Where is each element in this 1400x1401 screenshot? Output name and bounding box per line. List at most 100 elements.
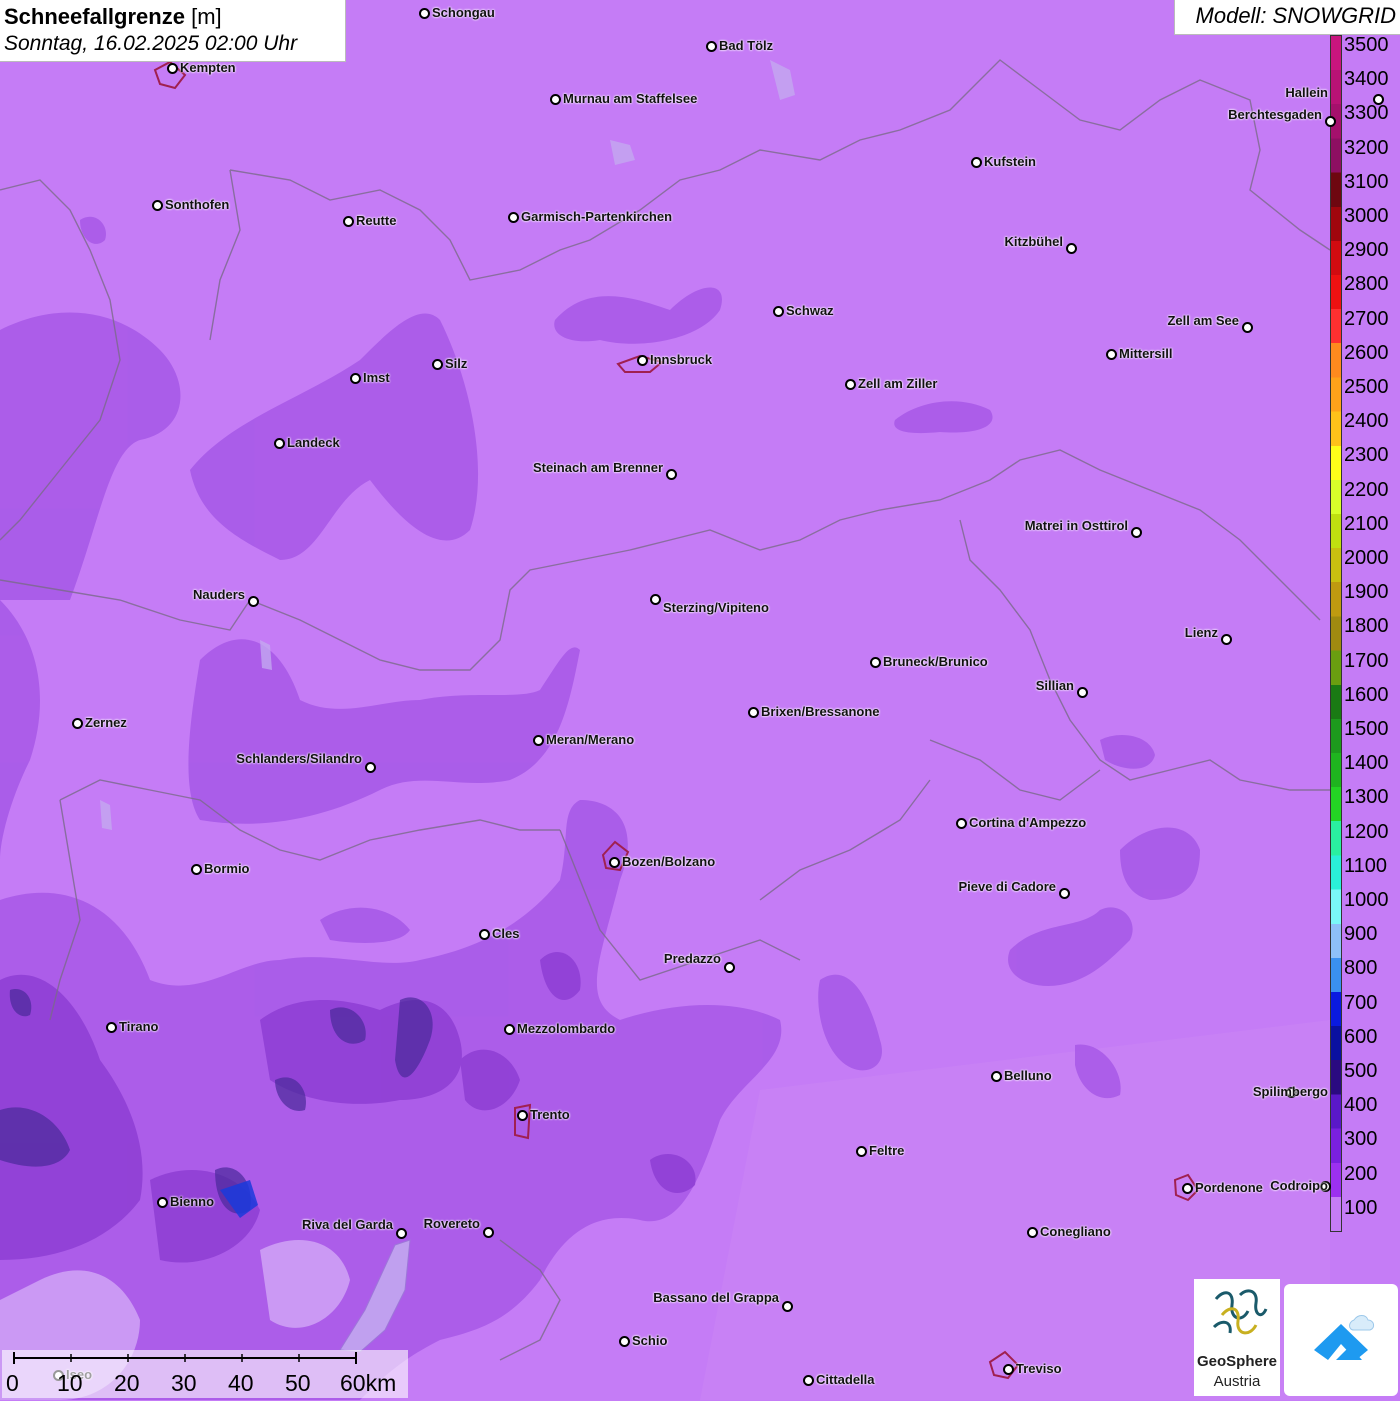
- city-label: Murnau am Staffelsee: [563, 91, 698, 106]
- city-dot-marker: [483, 1227, 494, 1238]
- city-dot-marker: [343, 216, 354, 227]
- city-dot-marker: [1373, 94, 1384, 105]
- city-dot-marker: [508, 212, 519, 223]
- legend-value-label: 2300: [1344, 444, 1389, 467]
- legend-value-label: 1800: [1344, 615, 1389, 638]
- city-dot-marker: [1027, 1227, 1038, 1238]
- legend-value-label: 3400: [1344, 68, 1389, 91]
- city-label: Tirano: [119, 1019, 159, 1034]
- city-dot-marker: [637, 355, 648, 366]
- legend-value-label: 800: [1344, 957, 1378, 980]
- legend-value-label: 1200: [1344, 820, 1389, 843]
- legend-value-label: 1900: [1344, 581, 1389, 604]
- city-label: Cles: [492, 926, 520, 941]
- city-label: Codroipo: [1270, 1178, 1328, 1193]
- city-dot-marker: [609, 857, 620, 868]
- legend-value-label: 1500: [1344, 718, 1389, 740]
- city-label: Schongau: [432, 5, 495, 20]
- city-label: Bassano del Grappa: [653, 1290, 779, 1305]
- legend-value-label: 1400: [1344, 752, 1389, 775]
- city-label: Schlanders/Silandro: [236, 751, 362, 766]
- legend-value-label: 900: [1344, 923, 1378, 946]
- scale-label: 50: [285, 1370, 311, 1396]
- city-dot-marker: [1066, 243, 1077, 254]
- city-dot-marker: [1182, 1183, 1193, 1194]
- city-dot-marker: [365, 762, 376, 773]
- city-dot-marker: [956, 818, 967, 829]
- city-label: Kempten: [180, 60, 236, 75]
- city-label: Garmisch-Partenkirchen: [521, 209, 673, 224]
- legend-value-label: 2400: [1344, 410, 1389, 433]
- city-label: Sillian: [1035, 678, 1074, 693]
- legend-value-label: 300: [1344, 1128, 1378, 1151]
- legend-value-label: 500: [1344, 1060, 1378, 1082]
- city-label: Bozen/Bolzano: [622, 854, 716, 869]
- city-label: Matrei in Osttirol: [1024, 518, 1128, 533]
- city-dot-marker: [971, 157, 982, 168]
- city-dot-marker: [845, 379, 856, 390]
- city-dot-marker: [1131, 527, 1142, 538]
- city-label: Zell am Ziller: [858, 376, 938, 391]
- city-label: Mittersill: [1119, 346, 1173, 361]
- legend-value-label: 700: [1344, 991, 1378, 1014]
- city-dot-marker: [748, 707, 759, 718]
- city-label: Brixen/Bressanone: [761, 704, 880, 719]
- map-title: Schneefallgrenze [m]: [4, 4, 222, 29]
- city-label: Belluno: [1004, 1068, 1052, 1083]
- city-dot-marker: [274, 438, 285, 449]
- scale-label: 40: [228, 1370, 254, 1396]
- city-dot-marker: [666, 469, 677, 480]
- legend-value-label: 2100: [1344, 512, 1389, 535]
- city-dot-marker: [504, 1024, 515, 1035]
- city-label: Innsbruck: [650, 352, 713, 367]
- scale-label: 0: [6, 1370, 19, 1396]
- city-dot-marker: [157, 1197, 168, 1208]
- legend-value-label: 2900: [1344, 239, 1389, 262]
- city-label: Hallein: [1285, 85, 1328, 100]
- geosphere-logo[interactable]: GeoSphere Austria: [1194, 1279, 1280, 1396]
- city-label: Steinach am Brenner: [532, 460, 663, 475]
- city-label: Rovereto: [423, 1216, 480, 1231]
- city-label: Conegliano: [1040, 1224, 1111, 1239]
- city-dot-marker: [419, 8, 430, 19]
- city-label: Predazzo: [663, 951, 721, 966]
- title-box: Schneefallgrenze [m] Sonntag, 16.02.2025…: [0, 0, 346, 62]
- city-dot-marker: [773, 306, 784, 317]
- legend-value-label: 1300: [1344, 786, 1389, 809]
- city-dot-marker: [1325, 116, 1336, 127]
- city-label: Lienz: [1184, 625, 1218, 640]
- city-dot-marker: [517, 1110, 528, 1121]
- app-logo[interactable]: [1284, 1284, 1398, 1396]
- city-label: Kufstein: [984, 154, 1036, 169]
- model-label: Modell: SNOWGRID: [1174, 0, 1400, 35]
- legend-color-bar: [1330, 35, 1342, 1232]
- legend-value-label: 2000: [1344, 547, 1389, 569]
- legend-value-label: 3000: [1344, 205, 1389, 227]
- city-label: Bruneck/Brunico: [883, 654, 988, 669]
- city-label: Bormio: [204, 861, 250, 876]
- city-dot-marker: [72, 718, 83, 729]
- city-dot-marker: [1106, 349, 1117, 360]
- city-dot-marker: [432, 359, 443, 370]
- city-label: Landeck: [287, 435, 340, 450]
- geosphere-mark-icon: [1212, 1289, 1268, 1335]
- city-label: Nauders: [192, 587, 245, 602]
- scale-label: 30: [171, 1370, 197, 1396]
- legend-value-label: 2500: [1344, 376, 1389, 398]
- city-label: Cortina d'Ampezzo: [969, 815, 1087, 830]
- legend-value-label: 200: [1344, 1162, 1378, 1185]
- city-dot-marker: [550, 94, 561, 105]
- geosphere-logo-line1: GeoSphere: [1196, 1353, 1278, 1370]
- city-label: Bienno: [170, 1194, 215, 1209]
- city-dot-marker: [870, 657, 881, 668]
- city-dot-marker: [479, 929, 490, 940]
- city-label: Spilimbergo: [1252, 1084, 1328, 1099]
- legend-value-label: 100: [1344, 1196, 1378, 1219]
- city-dot-marker: [152, 200, 163, 211]
- city-label: Bad Tölz: [719, 38, 774, 53]
- city-label: Imst: [363, 370, 390, 385]
- scale-label: 60km: [340, 1370, 397, 1396]
- legend-value-label: 1700: [1344, 649, 1389, 672]
- city-dot-marker: [533, 735, 544, 746]
- city-dot-marker: [1059, 888, 1070, 899]
